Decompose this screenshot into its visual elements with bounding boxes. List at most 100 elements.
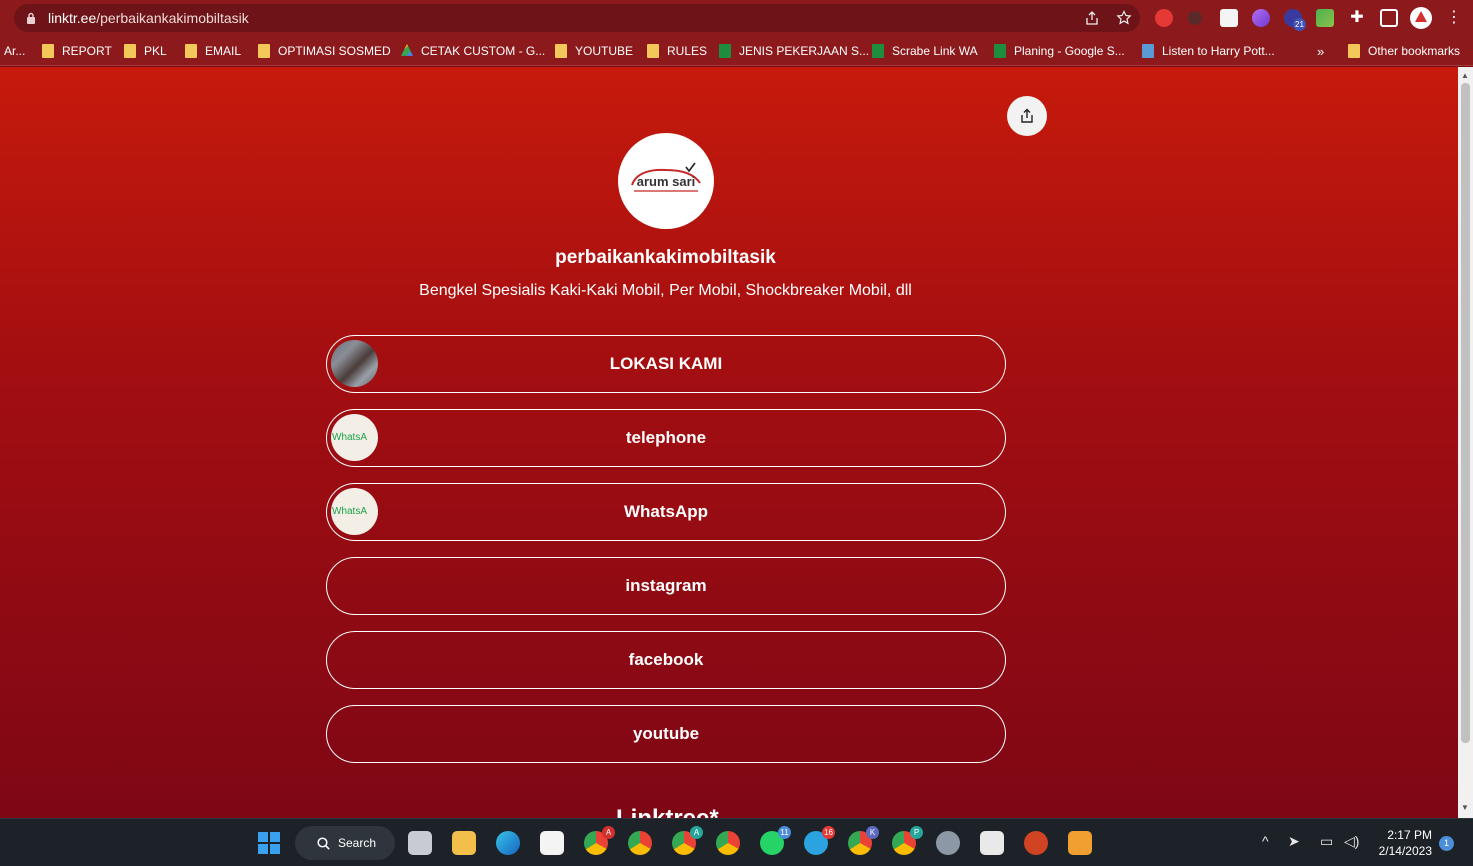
extension-bug-icon[interactable] [1188, 11, 1202, 25]
logo-text: arum sari [636, 174, 696, 189]
thumbnail-text: WhatsA [332, 506, 368, 517]
bookmark-label: Other bookmarks [1368, 44, 1461, 58]
other-bookmarks[interactable]: Other bookmarks [1348, 42, 1460, 60]
m-icon [1142, 44, 1154, 58]
bookmarks-more-chevron-icon[interactable]: » [1317, 42, 1324, 60]
address-bar[interactable]: linktr.ee/perbaikankakimobiltasik [14, 4, 1140, 32]
link-facebook[interactable]: facebook [326, 631, 1006, 689]
search-icon [317, 836, 330, 850]
drive-icon [401, 44, 413, 56]
taskbar-clock[interactable]: 2:17 PM 2/14/2023 [1372, 827, 1432, 859]
browser-menu-icon[interactable]: ⋮ [1446, 9, 1462, 27]
extension-notes-icon[interactable] [1220, 9, 1238, 27]
extension-hand-icon[interactable] [1155, 9, 1173, 27]
folder-icon [185, 44, 197, 58]
folder-icon [555, 44, 567, 58]
bookmark-planing[interactable]: Planing - Google S... [994, 42, 1125, 60]
link-instagram[interactable]: instagram [326, 557, 1006, 615]
network-icon[interactable]: ▭ [1320, 833, 1333, 850]
chrome-icon[interactable]: A [584, 826, 615, 855]
scrollbar-thumb[interactable] [1461, 83, 1470, 743]
chrome-profile-icon[interactable]: P [892, 826, 923, 855]
bookmark-cetak-custom[interactable]: CETAK CUSTOM - G... [401, 42, 545, 60]
profile-name: perbaikankakimobiltasik [555, 247, 776, 268]
snipping-tool-icon[interactable] [980, 831, 1004, 855]
settings-gear-icon[interactable] [936, 831, 960, 855]
bookmark-rules[interactable]: RULES [647, 42, 707, 60]
extensions-puzzle-icon[interactable]: ✚ [1348, 9, 1366, 27]
side-panel-icon[interactable] [1380, 9, 1398, 27]
bookmark-email[interactable]: EMAIL [185, 42, 241, 60]
scroll-up-icon[interactable]: ▲ [1461, 71, 1469, 80]
linktree-page: arum sari perbaikankakimobiltasik Bengke… [0, 67, 1458, 818]
url-text[interactable]: linktr.ee/perbaikankakimobiltasik [48, 10, 249, 26]
share-page-icon[interactable] [1084, 10, 1100, 26]
url-path: /perbaikankakimobiltasik [96, 10, 249, 26]
chrome-badge: A [602, 826, 615, 839]
bookmark-label: Scrabe Link WA [892, 44, 978, 58]
tray-chevron-up-icon[interactable]: ^ [1262, 833, 1269, 849]
telegram-badge: 16 [822, 826, 835, 839]
telegram-icon[interactable]: 16 [804, 826, 835, 855]
bookmark-label: Listen to Harry Pott... [1162, 44, 1275, 58]
link-whatsapp[interactable]: WhatsA WhatsApp [326, 483, 1006, 541]
link-youtube[interactable]: youtube [326, 705, 1006, 763]
bookmark-jenis-pekerjaan[interactable]: JENIS PEKERJAAN S... [719, 42, 869, 60]
volume-icon[interactable]: ◁) [1344, 833, 1359, 850]
chrome-profile-icon[interactable]: A [672, 826, 703, 855]
windows-start-icon[interactable] [258, 832, 280, 854]
link-label: LOKASI KAMI [609, 354, 723, 373]
whatsapp-thumbnail-icon: WhatsA [331, 488, 378, 535]
url-host: linktr.ee [48, 10, 97, 26]
extension-badge-count: 21 [1293, 18, 1306, 31]
whatsapp-icon[interactable]: 11 [760, 826, 791, 855]
bookmark-youtube[interactable]: YOUTUBE [555, 42, 633, 60]
link-label: telephone [625, 428, 707, 447]
bookmarks-bar: Ar... REPORT PKL EMAIL OPTIMASI SOSMED C… [0, 36, 1473, 66]
file-explorer-icon[interactable] [452, 831, 476, 855]
extension-color-icon[interactable] [1252, 9, 1270, 27]
link-telephone[interactable]: WhatsA telephone [326, 409, 1006, 467]
sheets-icon [872, 44, 884, 58]
bookmark-listen-harry-potter[interactable]: Listen to Harry Pott... [1142, 42, 1275, 60]
microsoft-store-icon[interactable] [540, 831, 564, 855]
whatsapp-badge: 11 [778, 826, 791, 839]
powerpoint-icon[interactable] [1024, 831, 1048, 855]
page-scrollbar[interactable]: ▲ ▼ [1458, 67, 1473, 818]
browser-toolbar: linktr.ee/perbaikankakimobiltasik 21 ✚ ⋮ [0, 0, 1473, 36]
chrome-profile-icon[interactable] [716, 831, 740, 855]
bookmark-label: YOUTUBE [575, 44, 634, 58]
sheets-icon [719, 44, 731, 58]
linktree-footer-logo[interactable]: Linktree* [616, 805, 719, 818]
sheets-icon [994, 44, 1006, 58]
notification-badge[interactable]: 1 [1439, 836, 1454, 851]
extension-layers-icon[interactable] [1316, 9, 1334, 27]
bookmark-pkl[interactable]: PKL [124, 42, 167, 60]
profile-avatar-icon[interactable] [1410, 7, 1432, 29]
folder-icon [42, 44, 54, 58]
media-player-icon[interactable] [1068, 831, 1092, 855]
edge-icon[interactable] [496, 831, 520, 855]
thumbnail-text: WhatsA [332, 432, 368, 443]
link-lokasi-kami[interactable]: LOKASI KAMI [326, 335, 1006, 393]
bookmark-label: REPORT [62, 44, 112, 58]
bookmark-overflow[interactable]: Ar... [4, 42, 25, 60]
bookmark-label: RULES [667, 44, 708, 58]
bookmark-scrabe-link-wa[interactable]: Scrabe Link WA [872, 42, 978, 60]
task-view-icon[interactable] [408, 831, 432, 855]
bookmark-optimasi-sosmed[interactable]: OPTIMASI SOSMED [258, 42, 391, 60]
taskbar-search[interactable]: Search [295, 826, 395, 860]
search-label: Search [338, 836, 377, 850]
location-arrow-icon[interactable]: ➤ [1288, 833, 1300, 850]
chrome-profile-icon[interactable]: K [848, 826, 879, 855]
link-label: youtube [632, 724, 700, 743]
bookmark-report[interactable]: REPORT [42, 42, 112, 60]
scroll-down-icon[interactable]: ▼ [1461, 803, 1469, 812]
chrome-profile-icon[interactable] [628, 831, 652, 855]
folder-icon [124, 44, 136, 58]
share-button[interactable] [1007, 96, 1047, 136]
link-label: instagram [625, 576, 707, 595]
extension-badge-icon[interactable]: 21 [1284, 9, 1306, 31]
bookmark-star-icon[interactable] [1116, 10, 1132, 26]
profile-avatar: arum sari [618, 133, 714, 229]
